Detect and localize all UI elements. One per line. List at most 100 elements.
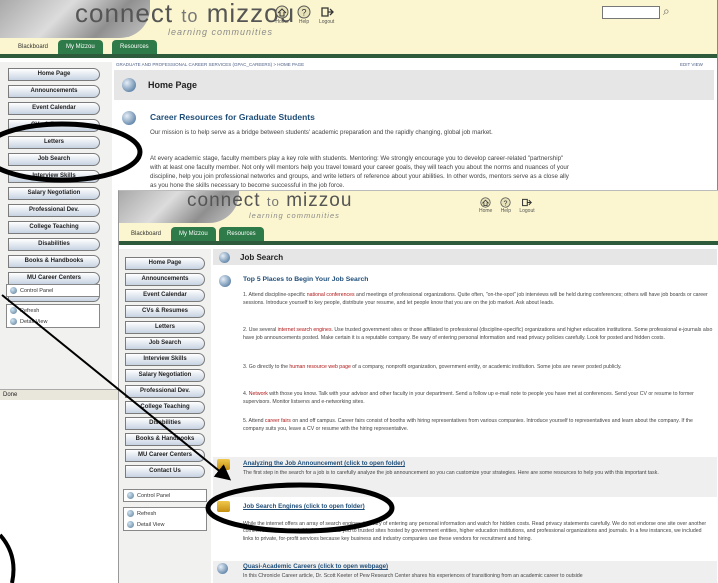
header-banner: connect to mizzou learning communities H… — [0, 0, 717, 40]
sidebar-item-college-teaching[interactable]: College Teaching — [125, 401, 205, 414]
sidebar-item-salary-negotiation[interactable]: Salary Negotiation — [125, 369, 205, 382]
sidebar-item-home-page[interactable]: Home Page — [125, 257, 205, 270]
svg-text:?: ? — [301, 8, 306, 18]
tip-3: 3. Go directly to the human resource web… — [243, 364, 713, 372]
header-icons: Home ? Help Logout — [275, 5, 334, 25]
sidebar-item-cvs-resumes[interactable]: CVs & Resumes — [8, 119, 100, 132]
link-analyzing-job-announcement[interactable]: Analyzing the Job Announcement (click to… — [243, 460, 405, 467]
link-desc-analyzing: The first step in the search for a job i… — [243, 470, 659, 476]
sidebar-item-interview-skills[interactable]: Interview Skills — [125, 353, 205, 366]
control-panel-box: Control Panel — [6, 284, 100, 297]
sidebar-item-home-page[interactable]: Home Page — [8, 68, 100, 81]
tab-my-mizzou[interactable]: My Mizzou — [171, 227, 216, 241]
sidebar-item-books-handbooks[interactable]: Books & Handbooks — [8, 255, 100, 268]
sidebar-item-salary-negotiation[interactable]: Salary Negotiation — [8, 187, 100, 200]
webpage-icon — [217, 563, 228, 574]
sidebar: Home Page Announcements Event Calendar C… — [119, 249, 211, 583]
control-panel-label: Control Panel — [20, 287, 54, 294]
edit-view-link[interactable]: EDIT VIEW — [680, 62, 703, 67]
section-title: Career Resources for Graduate Students — [150, 112, 315, 122]
svg-text:?: ? — [504, 200, 508, 207]
sidebar-item-letters[interactable]: Letters — [8, 136, 100, 149]
sidebar-item-professional-dev[interactable]: Professional Dev. — [8, 204, 100, 217]
help-icon[interactable]: ? Help — [500, 197, 511, 214]
sidebar-item-event-calendar[interactable]: Event Calendar — [125, 289, 205, 302]
help-label: Help — [500, 208, 511, 214]
logo-subtitle: learning communities — [168, 27, 274, 37]
link-quasi-academic-careers[interactable]: Quasi-Academic Careers (click to open we… — [243, 563, 388, 570]
view-options-box: Refresh Detail View — [123, 507, 207, 531]
sidebar-item-contact-us[interactable]: Contact Us — [125, 465, 205, 478]
refresh-label: Refresh — [137, 510, 157, 517]
mentoring-paragraph: At every academic stage, faculty members… — [150, 155, 569, 189]
sidebar-item-college-teaching[interactable]: College Teaching — [8, 221, 100, 234]
search-input[interactable] — [602, 6, 660, 19]
tab-resources[interactable]: Resources — [112, 40, 157, 54]
tab-my-mizzou[interactable]: My Mizzou — [58, 40, 103, 54]
control-panel-label: Control Panel — [137, 492, 171, 499]
tip-3-post: of a company, nonprofit organization, go… — [350, 364, 622, 370]
breadcrumb[interactable]: GRADUATE AND PROFESSIONAL CAREER SERVICE… — [116, 62, 304, 67]
logout-icon[interactable]: Logout — [519, 197, 535, 214]
control-panel-box: Control Panel — [123, 489, 207, 502]
logo-wordmark[interactable]: connect to mizzou — [187, 190, 353, 212]
logo-mizzou: mizzou — [286, 190, 353, 211]
home-label: Home — [275, 19, 289, 25]
sidebar-item-interview-skills[interactable]: Interview Skills — [8, 170, 100, 183]
search-icon[interactable]: ⌕ — [663, 4, 670, 19]
detail-view-link[interactable]: Detail View — [124, 519, 206, 530]
logout-icon[interactable]: Logout — [319, 5, 334, 25]
logo-connect: connect — [187, 190, 261, 211]
sidebar-item-announcements[interactable]: Announcements — [8, 85, 100, 98]
tip-3-pre: 3. Go directly to the — [243, 364, 290, 370]
control-panel-link[interactable]: Control Panel — [124, 490, 206, 501]
view-options-box: Refresh Detail View — [6, 304, 100, 328]
logo-to: to — [266, 194, 280, 209]
logo-wordmark[interactable]: connect to mizzou — [75, 0, 295, 29]
page-title-icon — [219, 251, 230, 263]
sidebar-item-professional-dev[interactable]: Professional Dev. — [125, 385, 205, 398]
tab-bar: Blackboard My Mizzou Resources — [0, 40, 717, 58]
detail-view-link[interactable]: Detail View — [7, 316, 99, 327]
sidebar-item-letters[interactable]: Letters — [125, 321, 205, 334]
tip-5-pre: 5. Attend — [243, 418, 265, 424]
help-icon[interactable]: ? Help — [297, 5, 311, 25]
front-browser-window: connect to mizzou learning communities H… — [118, 190, 718, 583]
folder-row-analyzing: Analyzing the Job Announcement (click to… — [213, 457, 717, 497]
tab-blackboard[interactable]: Blackboard — [10, 40, 56, 54]
home-label: Home — [479, 208, 493, 214]
detail-view-icon — [10, 318, 17, 325]
sidebar-item-cvs-resumes[interactable]: CVs & Resumes — [125, 305, 205, 318]
logo-to: to — [181, 6, 199, 26]
tip-3-highlight: human resource web page — [289, 364, 351, 370]
refresh-link[interactable]: Refresh — [124, 508, 206, 519]
tip-1-pre: 1. Attend discipline-specific — [243, 292, 307, 298]
refresh-link[interactable]: Refresh — [7, 305, 99, 316]
control-panel-icon — [127, 492, 134, 499]
link-job-search-engines[interactable]: Job Search Engines (click to open folder… — [243, 503, 365, 510]
folder-row-search-engines: Job Search Engines (click to open folder… — [213, 499, 717, 559]
header-icons: Home ? Help Logout — [479, 197, 535, 214]
sidebar-item-event-calendar[interactable]: Event Calendar — [8, 102, 100, 115]
sidebar-item-announcements[interactable]: Announcements — [125, 273, 205, 286]
sidebar-item-books-handbooks[interactable]: Books & Handbooks — [125, 433, 205, 446]
sidebar-item-disabilities[interactable]: Disabilities — [125, 417, 205, 430]
control-panel-link[interactable]: Control Panel — [7, 285, 99, 296]
sidebar-item-job-search[interactable]: Job Search — [125, 337, 205, 350]
detail-view-label: Detail View — [137, 521, 165, 528]
tip-4-post: with those you know. Talk with your advi… — [243, 391, 694, 405]
tip-1: 1. Attend discipline-specific national c… — [243, 292, 713, 307]
mission-paragraph: Our mission is to help serve as a bridge… — [150, 129, 493, 136]
tab-bar: Blackboard My Mizzou Resources — [119, 225, 718, 245]
sidebar-item-job-search[interactable]: Job Search — [8, 153, 100, 166]
section-icon — [219, 275, 231, 287]
section-icon — [122, 111, 136, 125]
tab-blackboard[interactable]: Blackboard — [123, 227, 169, 241]
tab-resources[interactable]: Resources — [219, 227, 264, 241]
tip-4-highlight: Network — [248, 391, 268, 397]
sidebar-item-mu-career-centers[interactable]: MU Career Centers — [125, 449, 205, 462]
tip-2: 2. Use several internet search engines. … — [243, 327, 713, 342]
sidebar-item-disabilities[interactable]: Disabilities — [8, 238, 100, 251]
home-icon[interactable]: Home — [479, 197, 492, 214]
home-icon[interactable]: Home — [275, 5, 289, 25]
